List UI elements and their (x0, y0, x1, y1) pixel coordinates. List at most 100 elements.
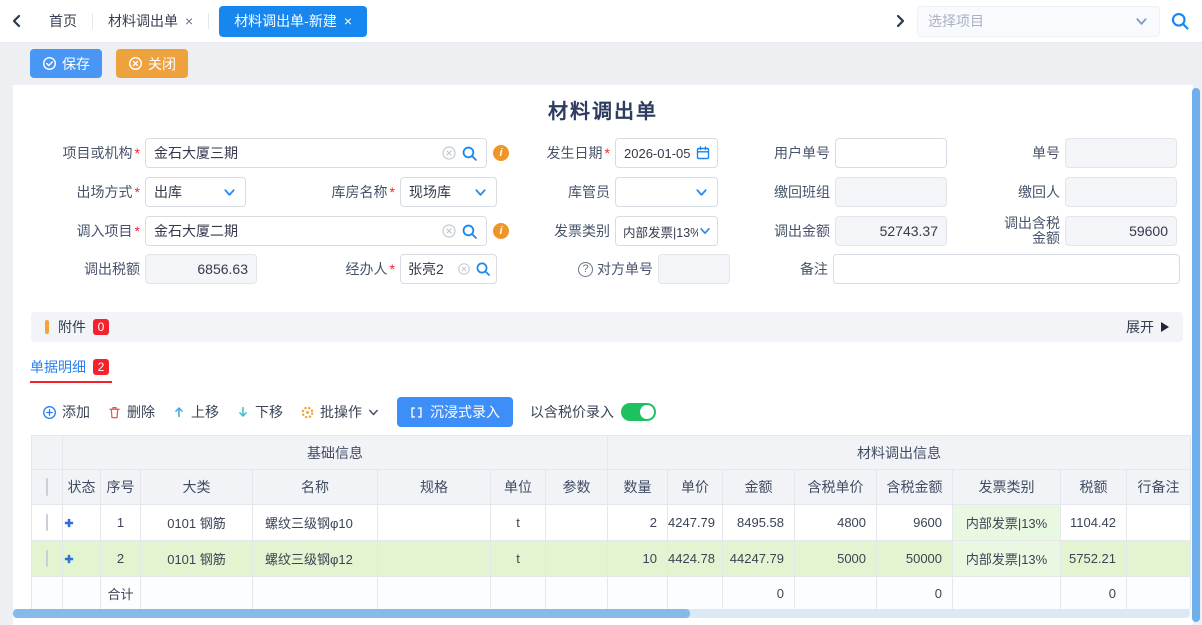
cell-qty[interactable]: 2 (608, 505, 668, 541)
clear-icon[interactable] (441, 145, 457, 161)
clear-icon[interactable] (441, 223, 457, 239)
tab-material-new[interactable]: 材料调出单-新建 × (219, 6, 367, 37)
nav-back-icon[interactable] (0, 13, 34, 29)
in-project-input[interactable]: 金石大厦二期 (145, 216, 487, 246)
cell-tax[interactable]: 5752.21 (1061, 541, 1127, 577)
out-method-select[interactable]: 出库 (145, 177, 246, 207)
remark-input[interactable] (833, 254, 1180, 284)
horizontal-scrollbar-track[interactable] (13, 609, 1190, 618)
cell-tax[interactable]: 1104.42 (1061, 505, 1127, 541)
out-tax-field: 调出税额 6856.63 (30, 254, 257, 284)
info-icon: i (493, 223, 509, 239)
delete-row-button[interactable]: 删除 (107, 402, 155, 422)
cell-seq: 1 (101, 505, 141, 541)
page-title: 材料调出单 (13, 95, 1193, 124)
cell-category[interactable]: 0101 钢筋 (141, 541, 253, 577)
tab-close-icon[interactable]: × (185, 13, 193, 29)
cell-spec[interactable] (378, 505, 491, 541)
storekeeper-select[interactable] (615, 177, 718, 207)
batch-operation-button[interactable]: 批操作 (300, 402, 380, 422)
cell-category[interactable]: 0101 钢筋 (141, 505, 253, 541)
cell-param[interactable] (546, 541, 608, 577)
close-button[interactable]: 关闭 (116, 49, 188, 78)
remark-field: 备注 (798, 254, 1180, 284)
tab-close-icon[interactable]: × (344, 13, 352, 29)
move-down-button[interactable]: 下移 (236, 402, 283, 422)
cell-price[interactable]: 4247.79 (668, 505, 723, 541)
cell-unit[interactable]: t (491, 541, 546, 577)
clear-icon[interactable] (457, 262, 471, 276)
add-row-button[interactable]: 添加 (42, 402, 90, 422)
tab-material-list[interactable]: 材料调出单 × (93, 6, 208, 37)
invoice-type-field: 发票类别 内部发票|13% (535, 216, 718, 246)
cell-row-remark[interactable] (1127, 541, 1191, 577)
cell-tax-price[interactable]: 4800 (795, 505, 877, 541)
cell-invoice[interactable]: 内部发票|13% (953, 541, 1061, 577)
return-person-field: 缴回人 (1016, 177, 1177, 207)
lookup-icon[interactable] (461, 145, 478, 162)
row-checkbox[interactable] (46, 550, 48, 567)
cell-price[interactable]: 4424.78 (668, 541, 723, 577)
cell-name[interactable]: 螺纹三级钢φ12 (253, 541, 378, 577)
tab-home[interactable]: 首页 (34, 6, 92, 37)
select-all-checkbox[interactable] (46, 478, 48, 496)
attachment-bar[interactable]: 附件 0 展开 (31, 312, 1183, 342)
save-button[interactable]: 保存 (30, 49, 102, 78)
cell-spec[interactable] (378, 541, 491, 577)
check-circle-icon (42, 56, 57, 71)
cell-tax-amount[interactable]: 50000 (877, 541, 953, 577)
warehouse-select[interactable]: 现场库 (400, 177, 497, 207)
user-doc-no-input[interactable] (835, 138, 947, 168)
detail-toolbar: 添加 删除 上移 下移 批操作 沉浸式录入 以含税价录入 (42, 397, 656, 427)
row-checkbox[interactable] (46, 514, 48, 531)
nav-forward-icon[interactable] (883, 13, 917, 29)
cell-tax-amount[interactable]: 9600 (877, 505, 953, 541)
attachment-label: 附件 (58, 317, 86, 337)
cell-tax-price[interactable]: 5000 (795, 541, 877, 577)
search-icon[interactable] (1170, 11, 1190, 31)
doc-no-input (1065, 138, 1177, 168)
immersive-entry-button[interactable]: 沉浸式录入 (397, 397, 513, 427)
field-label: 库房名称* (285, 182, 395, 202)
handler-input[interactable]: 张亮2 (400, 254, 497, 284)
field-label: 单号 (1026, 143, 1060, 163)
cell-unit[interactable]: t (491, 505, 546, 541)
project-select[interactable]: 选择项目 (917, 6, 1160, 37)
section-marker (45, 320, 49, 334)
cell-param[interactable] (546, 505, 608, 541)
tax-entry-toggle[interactable] (621, 403, 656, 421)
total-row: 合计 0 0 0 (32, 577, 1191, 610)
tab-label: 首页 (49, 11, 77, 31)
cell-row-remark[interactable] (1127, 505, 1191, 541)
chevron-down-icon (473, 185, 488, 200)
vertical-scrollbar-thumb[interactable] (1192, 88, 1200, 622)
cell-invoice[interactable]: 内部发票|13% (953, 505, 1061, 541)
lookup-icon[interactable] (475, 261, 491, 277)
tab-detail-list[interactable]: 单据明细 2 (30, 357, 109, 377)
group-header-basic: 基础信息 (63, 436, 608, 470)
expand-button[interactable]: 展开 (1126, 317, 1169, 337)
insert-row-icon[interactable] (63, 517, 100, 529)
col-seq: 序号 (101, 470, 141, 505)
calendar-icon[interactable] (695, 145, 711, 161)
out-tax-input: 6856.63 (145, 254, 257, 284)
handler-field: 经办人* 张亮2 (285, 254, 497, 284)
lookup-icon[interactable] (461, 223, 478, 240)
field-label: 库管员 (535, 182, 610, 202)
cell-amount[interactable]: 44247.79 (723, 541, 795, 577)
move-up-button[interactable]: 上移 (172, 402, 219, 422)
project-field: 项目或机构* 金石大厦三期 i (30, 138, 509, 168)
cell-name[interactable]: 螺纹三级钢φ10 (253, 505, 378, 541)
invoice-type-select[interactable]: 内部发票|13% (615, 216, 718, 246)
field-label: 缴回班组 (758, 182, 830, 202)
col-spec: 规格 (378, 470, 491, 505)
occur-date-input[interactable]: 2026-01-05 (615, 138, 718, 168)
select-all-header[interactable] (32, 470, 63, 505)
project-input[interactable]: 金石大厦三期 (145, 138, 487, 168)
col-tax-amount: 含税金额 (877, 470, 953, 505)
horizontal-scrollbar-thumb[interactable] (13, 609, 690, 618)
field-label: 调入项目* (30, 221, 140, 241)
cell-amount[interactable]: 8495.58 (723, 505, 795, 541)
insert-row-icon[interactable] (63, 553, 100, 565)
cell-qty[interactable]: 10 (608, 541, 668, 577)
